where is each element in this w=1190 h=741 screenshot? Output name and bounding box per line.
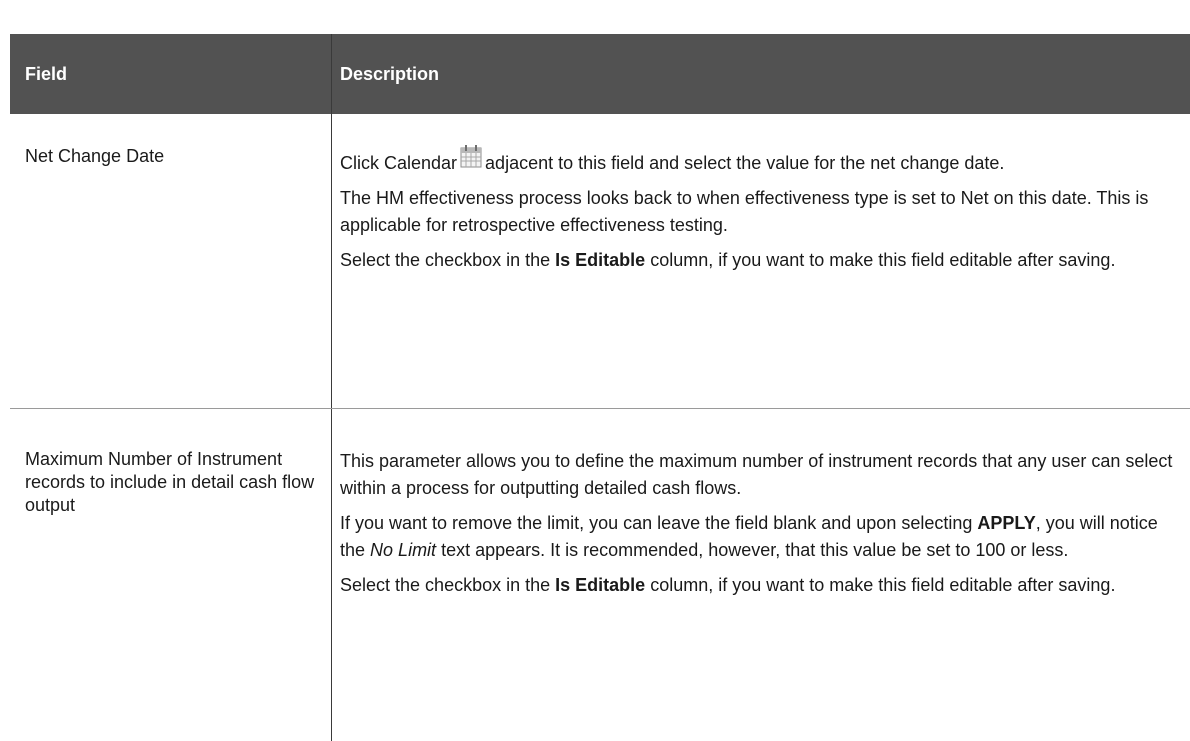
- no-limit-label: No Limit: [370, 540, 437, 560]
- header-field: Field: [25, 64, 68, 84]
- text-span: Select the checkbox in the: [340, 250, 551, 270]
- apply-label: APPLY: [977, 513, 1036, 533]
- table-header: Field Description: [10, 34, 1190, 114]
- row-net-change-date-description: Click Calendar adjacent to this field an…: [340, 144, 1180, 282]
- text-span: Click Calendar: [340, 153, 458, 173]
- row-net-change-date-field: Net Change Date: [25, 146, 165, 166]
- description-paragraph: Select the checkbox in the Is Editable c…: [340, 572, 1180, 599]
- row-max-instrument-records-field: Maximum Number of Instrument records to …: [25, 449, 315, 515]
- is-editable-label: Is Editable: [555, 575, 646, 595]
- text-span: If you want to remove the limit, you can…: [340, 513, 973, 533]
- description-paragraph: Select the checkbox in the Is Editable c…: [340, 247, 1180, 274]
- calendar-icon[interactable]: [460, 144, 482, 168]
- description-paragraph: The HM effectiveness process looks back …: [340, 188, 1149, 235]
- text-span: column, if you want to make this field e…: [650, 250, 1116, 270]
- text-span: column, if you want to make this field e…: [650, 575, 1116, 595]
- text-span: text appears. It is recommended, however…: [441, 540, 1069, 560]
- text-span: Select the checkbox in the: [340, 575, 551, 595]
- description-paragraph: This parameter allows you to define the …: [340, 451, 1173, 498]
- is-editable-label: Is Editable: [555, 250, 646, 270]
- column-divider: [331, 34, 332, 741]
- row-separator: [10, 408, 1190, 409]
- description-paragraph: Click Calendar adjacent to this field an…: [340, 144, 1180, 177]
- text-span: adjacent to this field and select the va…: [485, 153, 1005, 173]
- header-description: Description: [340, 64, 440, 84]
- field-description-table: Field Description Net Change Date Click …: [10, 34, 1190, 741]
- description-paragraph: If you want to remove the limit, you can…: [340, 510, 1180, 564]
- row-max-instrument-records-description: This parameter allows you to define the …: [340, 448, 1180, 607]
